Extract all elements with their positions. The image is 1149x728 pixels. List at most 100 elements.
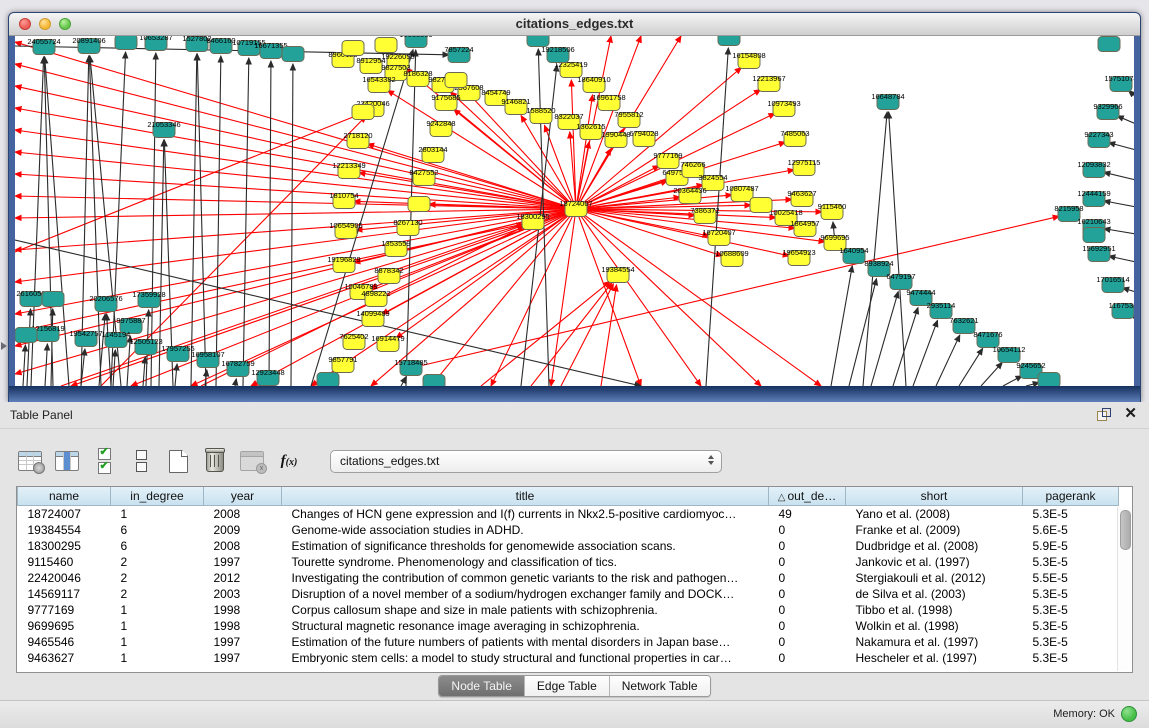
graph-edge[interactable] xyxy=(1026,383,1039,386)
graph-node[interactable]: 9115460 xyxy=(818,202,847,220)
table-settings-icon[interactable] xyxy=(16,447,44,475)
graph-node[interactable]: 10654112 xyxy=(993,345,1026,363)
network-canvas[interactable]: 1872400718300295193845549777169649756874… xyxy=(15,36,1134,386)
graph-node[interactable]: 19196829 xyxy=(327,255,360,273)
tab-node-table[interactable]: Node Table xyxy=(439,676,525,696)
graph-node[interactable]: 9329966 xyxy=(1093,102,1122,120)
graph-node[interactable]: 9227343 xyxy=(1084,130,1113,148)
graph-node[interactable] xyxy=(352,105,374,120)
graph-node[interactable] xyxy=(408,197,430,212)
graph-edge[interactable] xyxy=(601,285,616,386)
graph-edge[interactable] xyxy=(216,56,221,386)
graph-node[interactable]: 7955812 xyxy=(614,110,643,128)
graph-node[interactable]: 1864957 xyxy=(790,219,819,237)
graph-edge[interactable] xyxy=(871,292,898,386)
graph-edge[interactable] xyxy=(235,379,236,386)
graph-node[interactable]: 9857791 xyxy=(328,355,357,373)
graph-node[interactable]: 24055724 xyxy=(27,37,60,55)
column-header-in_degree[interactable]: in_degree xyxy=(111,487,204,506)
graph-edge[interactable] xyxy=(936,335,960,386)
graph-edge[interactable] xyxy=(913,320,938,386)
table-row[interactable]: 911546021997Tourette syndrome. Phenomeno… xyxy=(18,554,1119,570)
graph-edge[interactable] xyxy=(1003,376,1022,386)
graph-node[interactable] xyxy=(115,36,137,50)
table-selector-dropdown[interactable]: citations_edges.txt xyxy=(330,450,722,473)
graph-node[interactable]: 8427552 xyxy=(409,168,438,186)
graph-node[interactable]: 20364436 xyxy=(673,186,706,204)
graph-node[interactable] xyxy=(423,375,445,387)
table-scrollbar[interactable] xyxy=(1117,507,1131,671)
table-row[interactable]: 969969511998Structural magnetic resonanc… xyxy=(18,618,1119,634)
graph-node[interactable]: 19384554 xyxy=(601,265,634,283)
graph-edge[interactable] xyxy=(15,174,576,209)
graph-node[interactable]: 16958107 xyxy=(191,350,224,368)
graph-node[interactable]: 8267130 xyxy=(393,218,422,236)
graph-edge[interactable] xyxy=(107,314,111,386)
graph-edge[interactable] xyxy=(23,345,25,386)
table-row[interactable]: 977716911998Corpus callosum shape and si… xyxy=(18,602,1119,618)
tab-edge-table[interactable]: Edge Table xyxy=(525,676,610,696)
graph-node[interactable]: 16033809 xyxy=(399,36,432,48)
graph-node[interactable]: 9242848 xyxy=(426,119,455,137)
graph-node[interactable]: 18300295 xyxy=(516,212,549,230)
scrollbar-thumb[interactable] xyxy=(1120,510,1131,550)
graph-edge[interactable] xyxy=(1104,172,1134,180)
graph-edge[interactable] xyxy=(576,209,641,386)
graph-node[interactable]: 8466160 xyxy=(206,36,235,54)
graph-edge[interactable] xyxy=(291,64,293,386)
graph-node[interactable]: 2616050 xyxy=(16,289,45,307)
graph-node[interactable]: 19654923 xyxy=(782,248,815,266)
graph-edge[interactable] xyxy=(1104,229,1134,234)
graph-node[interactable]: 1990448 xyxy=(601,130,630,148)
graph-node[interactable]: 18640910 xyxy=(577,75,610,93)
graph-edge[interactable] xyxy=(15,196,576,209)
graph-node[interactable] xyxy=(282,47,304,62)
graph-edge[interactable] xyxy=(1109,256,1134,262)
graph-node[interactable]: 16543382 xyxy=(362,75,395,93)
graph-node[interactable]: 1353559 xyxy=(381,239,410,257)
graph-node[interactable]: 15692951 xyxy=(1082,244,1115,262)
graph-edge[interactable] xyxy=(269,61,271,386)
memory-status-icon[interactable] xyxy=(1121,706,1137,722)
graph-node[interactable]: 15751074 xyxy=(1104,74,1134,92)
graph-edge[interactable] xyxy=(175,364,177,386)
graph-node[interactable]: 12975115 xyxy=(788,158,821,176)
column-select-icon[interactable] xyxy=(53,447,81,475)
graph-node[interactable]: 1810754 xyxy=(329,191,358,209)
show-columns-icon[interactable] xyxy=(90,447,118,475)
graph-node[interactable]: 9777169 xyxy=(653,151,682,169)
graph-node[interactable]: 19542757 xyxy=(69,329,102,347)
table-row[interactable]: 946554611997Estimation of the future num… xyxy=(18,634,1119,650)
graph-node[interactable]: 17016514 xyxy=(1096,275,1129,293)
graph-node[interactable] xyxy=(42,292,64,307)
column-header-short[interactable]: short xyxy=(846,487,1023,506)
graph-node[interactable]: 7485063 xyxy=(780,129,809,147)
delete-trash-icon[interactable] xyxy=(201,447,229,475)
graph-node[interactable]: 12213967 xyxy=(752,74,785,92)
graph-node[interactable]: 6479197 xyxy=(886,272,915,290)
graph-edge[interactable] xyxy=(15,152,576,209)
graph-edge[interactable] xyxy=(561,284,613,386)
graph-node[interactable]: 16648784 xyxy=(871,92,904,110)
graph-node[interactable]: 15718485 xyxy=(394,358,427,376)
graph-edge[interactable] xyxy=(481,281,610,386)
graph-node[interactable]: 9175685 xyxy=(431,93,460,111)
table-row[interactable]: 1938455462009Genome-wide association stu… xyxy=(18,522,1119,538)
graph-node[interactable] xyxy=(1083,228,1105,243)
graph-node[interactable]: 20206576 xyxy=(89,294,122,312)
graph-node[interactable] xyxy=(15,328,37,343)
graph-edge[interactable] xyxy=(576,209,701,386)
graph-edge[interactable] xyxy=(197,54,206,386)
graph-node[interactable] xyxy=(342,41,364,56)
graph-node[interactable]: 16914479 xyxy=(371,334,404,352)
graph-node[interactable]: 21053346 xyxy=(147,120,180,138)
graph-edge[interactable] xyxy=(243,58,249,386)
rows-icon[interactable] xyxy=(127,447,155,475)
graph-node[interactable]: 16961758 xyxy=(592,93,625,111)
graph-edge[interactable] xyxy=(191,54,197,386)
graph-node[interactable]: 1145194 xyxy=(102,330,131,348)
graph-node[interactable]: 14099489 xyxy=(356,309,389,327)
graph-edge[interactable] xyxy=(15,130,576,209)
graph-node[interactable] xyxy=(1038,373,1060,387)
graph-node[interactable] xyxy=(375,38,397,53)
